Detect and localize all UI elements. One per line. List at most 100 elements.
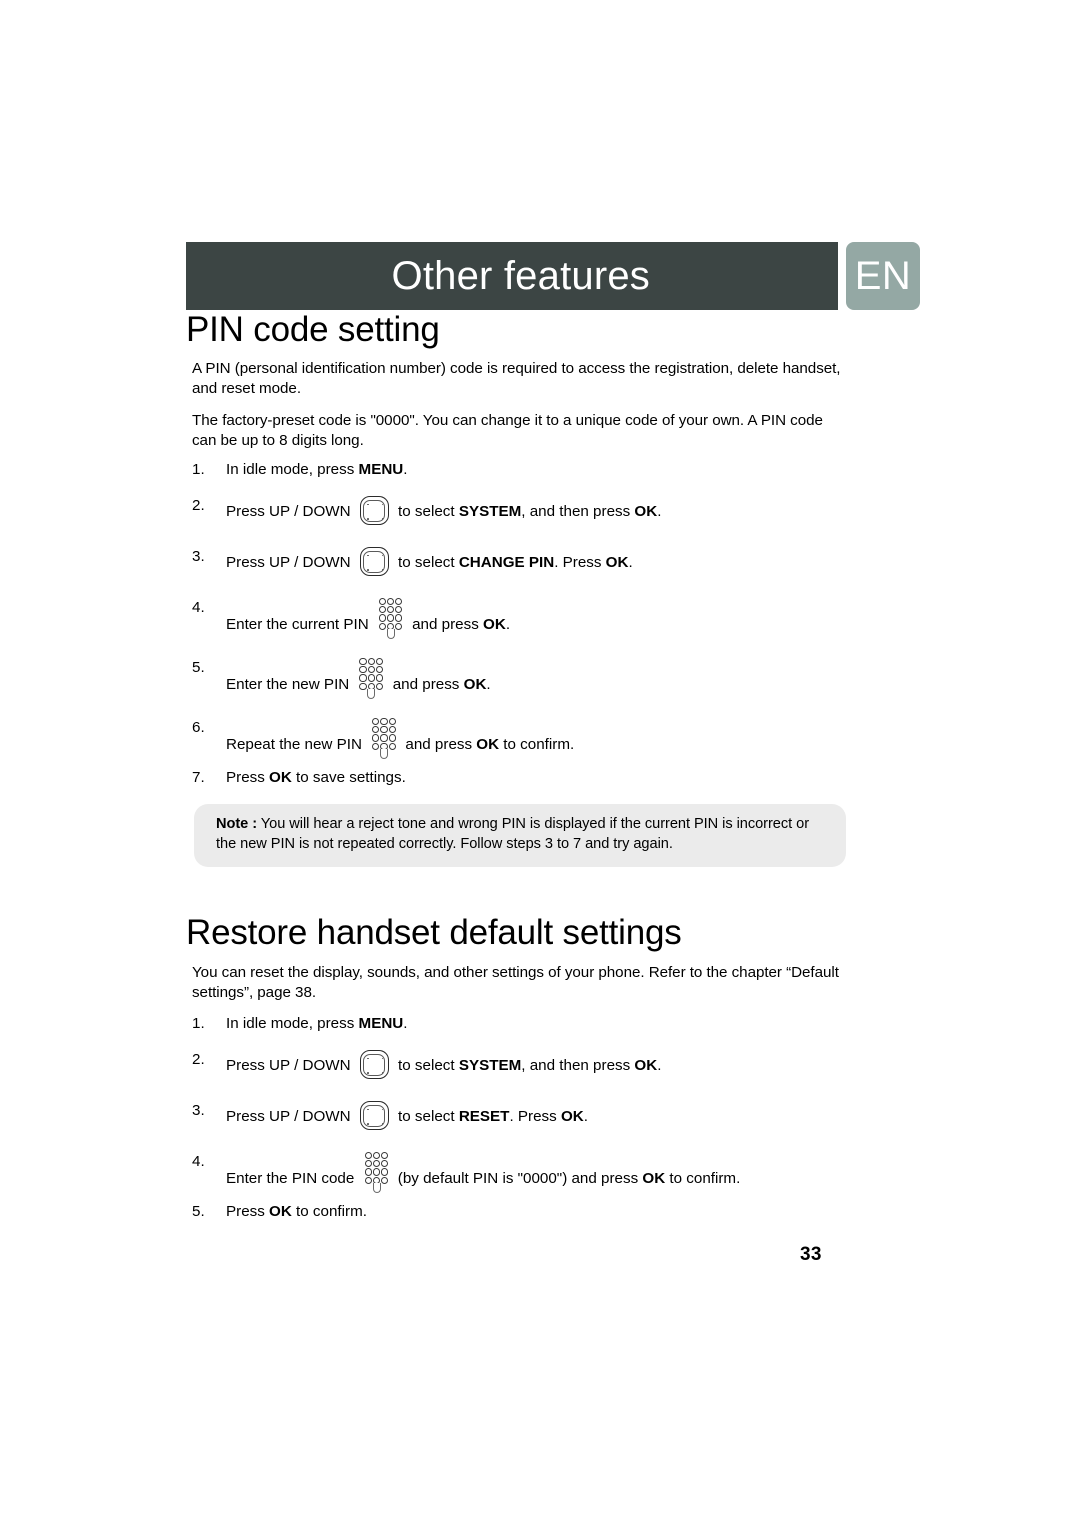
step-number: 2. [192,1051,205,1069]
step-keyword: OK [642,1170,666,1188]
step-text: . [657,1057,662,1075]
step-item: 6. Repeat the new PIN and press OK to co… [192,708,846,760]
step-item: 2. Press UP / DOWN to select SYSTEM, and… [192,486,846,527]
step-text: . [657,503,662,521]
nav-key-icon [359,1050,391,1081]
section-body-restore-handset-default-settings: You can reset the display, sounds, and o… [192,963,846,1222]
step-text: Enter the new PIN [226,676,354,694]
step-number: 2. [192,497,205,515]
step-list-pin-code-setting: 1. In idle mode, press MENU. 2. Press UP… [192,460,846,788]
step-item: 4. Enter the PIN code (by default PIN is… [192,1142,846,1194]
step-text: . Press [509,1108,561,1126]
step-keyword: MENU [358,1015,404,1033]
step-text: In idle mode, press [226,1015,359,1033]
step-number: 3. [192,1102,205,1120]
step-keyword: OK [560,1108,584,1126]
step-number: 5. [192,1203,205,1221]
step-keyword: RESET [458,1108,510,1126]
step-text: to select [393,554,459,572]
step-keyword: OK [634,503,658,521]
step-item: 5. Press OK to confirm. [192,1202,846,1222]
step-item: 7. Press OK to save settings. [192,768,846,788]
step-text: and press [401,736,477,754]
step-text: Press [226,1203,270,1221]
step-number: 3. [192,548,205,566]
keypad-icon [358,658,384,700]
step-number: 1. [192,1015,205,1033]
note-body: You will hear a reject tone and wrong PI… [216,816,810,852]
keypad-icon [371,718,397,760]
keypad-icon [378,598,404,640]
step-item: 1. In idle mode, press MENU. [192,1014,846,1034]
step-text: and press [407,616,484,634]
note-text-wrapper: Note : You will hear a reject tone and w… [216,815,826,854]
chapter-title: Other features [391,254,650,298]
document-page: Other features EN PIN code setting A PIN… [0,0,1080,1528]
step-text: Press UP / DOWN [226,503,355,521]
step-text: and press [388,676,464,694]
nav-key-icon [359,547,391,578]
language-badge-label: EN [854,254,912,298]
step-keyword: MENU [358,461,404,479]
nav-key-icon [359,496,391,527]
step-item: 2. Press UP / DOWN to select SYSTEM, and… [192,1040,846,1081]
nav-key-icon [359,1101,391,1132]
step-text: Press UP / DOWN [226,1057,355,1075]
keypad-icon [364,1152,390,1194]
step-text: (by default PIN is "0000") and press [393,1170,643,1188]
chapter-header-bar: Other features [186,242,838,310]
step-keyword: OK [269,769,292,787]
step-text: . [486,676,491,694]
step-text: In idle mode, press [226,461,359,479]
step-number: 1. [192,461,205,479]
step-keyword: OK [476,736,500,754]
language-badge: EN [846,242,920,310]
paragraph: The factory-preset code is "0000". You c… [192,411,823,449]
section-body-pin-code-setting: A PIN (personal identification number) c… [192,359,846,868]
note-label: Note : [216,816,258,833]
paragraph: A PIN (personal identification number) c… [192,360,841,398]
step-keyword: SYSTEM [458,503,522,521]
step-list-restore-handset-default-settings: 1. In idle mode, press MENU. 2. Press UP… [192,1014,846,1222]
step-text: . Press [554,554,606,572]
paragraph: You can reset the display, sounds, and o… [192,963,839,1001]
step-keyword: OK [269,1203,292,1221]
step-item: 3. Press UP / DOWN to select CHANGE PIN.… [192,537,846,578]
step-number: 6. [192,719,205,737]
step-text: to select [393,1057,459,1075]
step-text: Press UP / DOWN [226,554,355,572]
step-item: 5. Enter the new PIN and press OK. [192,648,846,700]
note-box: Note : You will hear a reject tone and w… [194,804,846,868]
step-text: to confirm. [499,736,575,754]
step-text: to select [393,503,459,521]
section-title-pin-code-setting: PIN code setting [186,310,440,349]
step-text: . [403,461,408,479]
step-keyword: OK [463,676,487,694]
step-item: 4. Enter the current PIN and press OK. [192,588,846,640]
step-text: Press [226,769,270,787]
step-keyword: OK [605,554,629,572]
step-text: , and then press [521,1057,635,1075]
step-keyword: OK [483,616,506,634]
step-text: Press UP / DOWN [226,1108,355,1126]
step-text: to confirm. [665,1170,741,1188]
step-text: . [583,1108,588,1126]
step-text: Enter the current PIN [226,616,373,634]
step-text: , and then press [521,503,635,521]
step-keyword: OK [634,1057,658,1075]
page-content: PIN code setting A PIN (personal identif… [186,310,846,1228]
page-number: 33 [800,1244,822,1265]
step-number: 4. [192,599,205,617]
step-text: Repeat the new PIN [226,736,367,754]
step-number: 5. [192,659,205,677]
step-keyword: SYSTEM [458,1057,522,1075]
step-keyword: CHANGE PIN [458,554,555,572]
step-number: 4. [192,1153,205,1171]
step-item: 3. Press UP / DOWN to select RESET. Pres… [192,1091,846,1132]
step-text: Enter the PIN code [226,1170,359,1188]
step-text: . [505,616,511,634]
step-text: . [628,554,633,572]
step-text: to confirm. [291,1203,367,1221]
section-title-restore-handset-default-settings: Restore handset default settings [186,913,682,953]
step-text: to select [393,1108,459,1126]
